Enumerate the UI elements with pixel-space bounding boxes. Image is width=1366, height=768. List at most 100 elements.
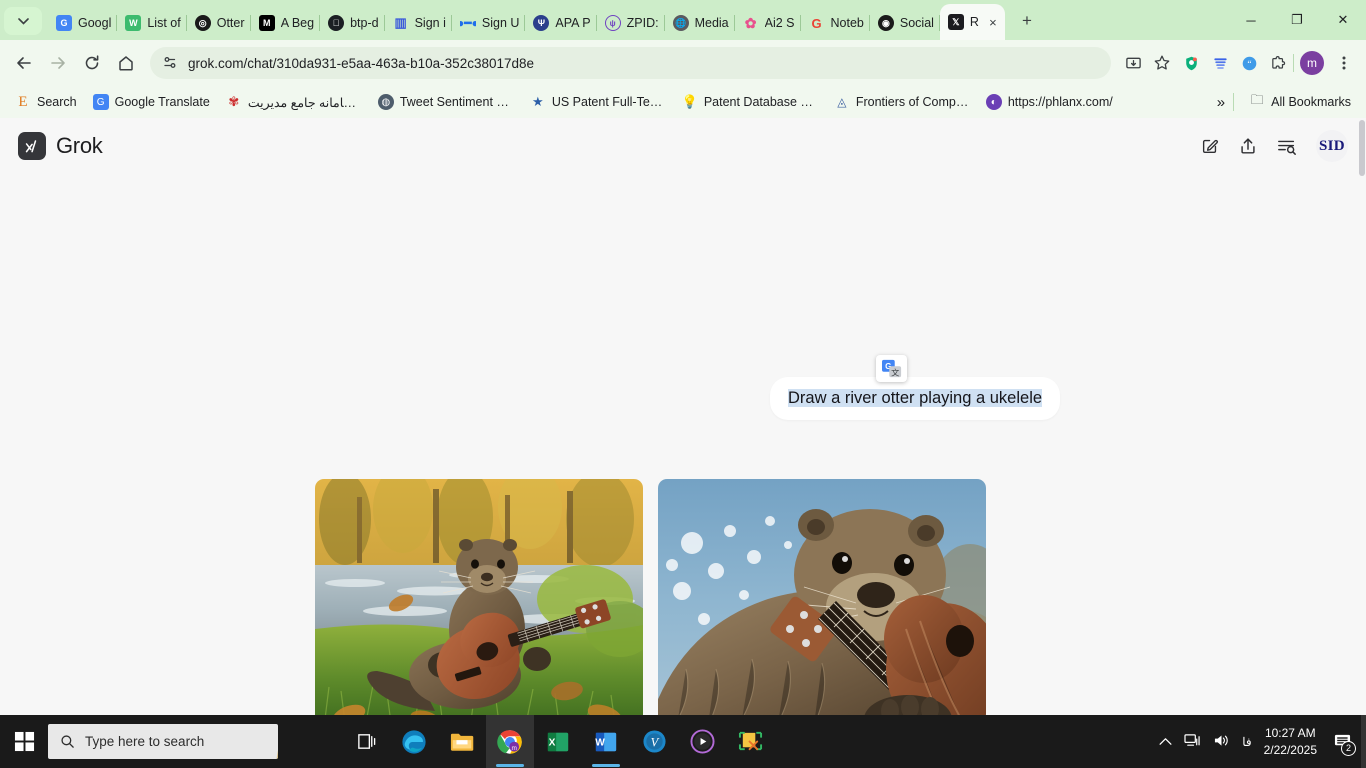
notification-center-icon[interactable]: 2 bbox=[1333, 732, 1356, 756]
show-hidden-icons-icon[interactable] bbox=[1159, 735, 1172, 749]
magnifier-icon bbox=[61, 735, 74, 748]
browser-tab[interactable]: G Noteb bbox=[801, 6, 870, 40]
google-translate-popup-icon[interactable]: G 文 bbox=[876, 355, 907, 382]
volume-icon[interactable] bbox=[1213, 733, 1230, 751]
bookmark-item[interactable]: ✾ سامانه جامع مدیریت... bbox=[219, 91, 369, 113]
minimize-button[interactable]: ─ bbox=[1228, 0, 1274, 40]
taskbar-search-placeholder: Type here to search bbox=[85, 734, 205, 749]
browser-tab[interactable]: M A Beg bbox=[251, 6, 321, 40]
profile-avatar[interactable]: m bbox=[1300, 51, 1324, 75]
v-app-icon[interactable]: V bbox=[630, 715, 678, 768]
puzzle-extensions-icon[interactable] bbox=[1264, 49, 1292, 77]
bookmark-item[interactable]: ◬ Frontiers of Comput... bbox=[827, 91, 977, 113]
browser-tab[interactable]: ◉ Social bbox=[870, 6, 940, 40]
microsoft-edge-icon[interactable] bbox=[390, 715, 438, 768]
generated-image-1[interactable]: GROK xAI bbox=[315, 479, 643, 715]
taskbar-search-box[interactable]: Type here to search bbox=[48, 724, 278, 759]
site-settings-icon[interactable] bbox=[162, 55, 178, 71]
back-arrow-icon[interactable] bbox=[8, 47, 40, 79]
tab-label: Ai2 S bbox=[764, 16, 795, 30]
all-bookmarks-button[interactable]: 🗀 All Bookmarks bbox=[1242, 91, 1358, 113]
browser-tab[interactable]: W List of bbox=[117, 6, 187, 40]
browser-tab[interactable]:  btp-d bbox=[320, 6, 385, 40]
uspto-icon: ★ bbox=[531, 94, 544, 109]
file-explorer-icon[interactable] bbox=[438, 715, 486, 768]
address-bar[interactable]: grok.com/chat/310da931-e5aa-463a-b10a-35… bbox=[150, 47, 1111, 79]
browser-tab[interactable]: ▥ Sign i bbox=[385, 6, 452, 40]
quote-extension-icon[interactable]: “ bbox=[1235, 49, 1263, 77]
snipping-tool-icon[interactable] bbox=[726, 715, 774, 768]
media-player-icon[interactable] bbox=[678, 715, 726, 768]
github-icon:  bbox=[328, 15, 345, 31]
bookmark-item[interactable]: G Google Translate bbox=[86, 91, 217, 113]
taskbar-clock[interactable]: 10:27 AM 2/22/2025 bbox=[1264, 725, 1317, 757]
three-dot-menu-icon[interactable] bbox=[1330, 49, 1358, 77]
google-chrome-icon[interactable]: m bbox=[486, 715, 534, 768]
show-desktop-button[interactable] bbox=[1361, 715, 1366, 768]
bookmark-label: Search bbox=[37, 95, 77, 109]
bookmark-item[interactable]: ★ US Patent Full-Text... bbox=[523, 91, 673, 113]
svg-text:V: V bbox=[650, 735, 659, 749]
browser-tab[interactable]: ●━● Sign U bbox=[452, 6, 526, 40]
browser-tab[interactable]: Ψ APA P bbox=[525, 6, 597, 40]
toolbar-divider bbox=[1293, 54, 1294, 72]
tab-search-button[interactable] bbox=[4, 7, 42, 35]
task-view-icon[interactable] bbox=[342, 715, 390, 768]
install-page-icon[interactable] bbox=[1119, 49, 1147, 77]
google-translate-icon: G bbox=[92, 94, 109, 110]
egypt-temple-widget-icon[interactable] bbox=[268, 724, 278, 759]
browser-tab[interactable]: 🌐 Media bbox=[665, 6, 735, 40]
microsoft-excel-icon[interactable]: X bbox=[534, 715, 582, 768]
google-translate-icon: G bbox=[56, 15, 72, 31]
shield-extension-icon[interactable] bbox=[1177, 49, 1205, 77]
ai2-icon: ✿ bbox=[744, 15, 757, 31]
reload-icon[interactable] bbox=[76, 47, 108, 79]
home-icon[interactable] bbox=[110, 47, 142, 79]
xai-logo-icon bbox=[18, 132, 46, 160]
share-icon[interactable] bbox=[1238, 136, 1258, 156]
new-chat-icon[interactable] bbox=[1200, 136, 1220, 156]
network-icon[interactable] bbox=[1184, 733, 1201, 751]
generated-image-2[interactable]: GROK xAI bbox=[658, 479, 986, 715]
svg-text:X: X bbox=[549, 737, 556, 748]
tab-label: btp-d bbox=[350, 16, 379, 30]
new-tab-button[interactable]: + bbox=[1013, 7, 1041, 35]
user-message-bubble[interactable]: Draw a river otter playing a ukelele bbox=[770, 377, 1061, 420]
tab-close-button[interactable]: × bbox=[985, 14, 1001, 30]
bookmarks-overflow-button[interactable]: » bbox=[1217, 94, 1225, 111]
browser-tab-active-grok[interactable]: 𝕏 R × bbox=[939, 4, 1005, 40]
language-indicator[interactable]: فا bbox=[1242, 735, 1251, 749]
bookmark-item[interactable]: 💡 Patent Database Se... bbox=[675, 91, 825, 113]
history-search-icon[interactable] bbox=[1276, 136, 1298, 156]
forward-arrow-icon[interactable] bbox=[42, 47, 74, 79]
clock-time: 10:27 AM bbox=[1264, 726, 1316, 741]
bookmark-item[interactable]: ◐ https://phlanx.com/ bbox=[979, 91, 1120, 113]
bookmark-star-icon[interactable] bbox=[1148, 49, 1176, 77]
chevron-down-icon bbox=[17, 17, 29, 25]
microsoft-word-icon[interactable]: W bbox=[582, 715, 630, 768]
url-text[interactable]: grok.com/chat/310da931-e5aa-463a-b10a-35… bbox=[188, 56, 534, 71]
google-icon: G bbox=[811, 15, 822, 31]
grok-icon: 𝕏 bbox=[947, 14, 964, 30]
user-avatar[interactable]: SID bbox=[1316, 130, 1348, 162]
bookmark-item[interactable]: E Search bbox=[8, 91, 84, 113]
generated-images-row: GROK xAI bbox=[315, 479, 986, 715]
bookmarks-overflow-area: » 🗀 All Bookmarks bbox=[1217, 91, 1358, 113]
windows-start-icon[interactable] bbox=[0, 715, 48, 768]
browser-tab[interactable]: ψ ZPID: bbox=[597, 6, 665, 40]
close-window-button[interactable]: ✕ bbox=[1320, 0, 1366, 40]
browser-tab[interactable]: ✿ Ai2 S bbox=[735, 6, 801, 40]
page-scrollbar[interactable] bbox=[1359, 120, 1365, 176]
maximize-button[interactable]: ❐ bbox=[1274, 0, 1320, 40]
grok-header: Grok SID bbox=[0, 118, 1366, 174]
browser-tab[interactable]: ◎ Otter bbox=[187, 6, 251, 40]
reading-list-icon[interactable] bbox=[1206, 49, 1234, 77]
tab-label: List of bbox=[147, 16, 181, 30]
bookmark-item[interactable]: ◍ Tweet Sentiment Vis... bbox=[371, 91, 521, 113]
windows-taskbar: Type here to search m X W V فا 10:27 AM … bbox=[0, 715, 1366, 768]
user-message-text: Draw a river otter playing a ukelele bbox=[788, 389, 1043, 407]
grok-brand[interactable]: Grok bbox=[18, 132, 103, 160]
frontiers-icon: ◬ bbox=[837, 95, 847, 109]
browser-tab[interactable]: G Googl bbox=[48, 6, 118, 40]
bookmarks-bar: E Search G Google Translate ✾ سامانه جام… bbox=[0, 86, 1366, 118]
